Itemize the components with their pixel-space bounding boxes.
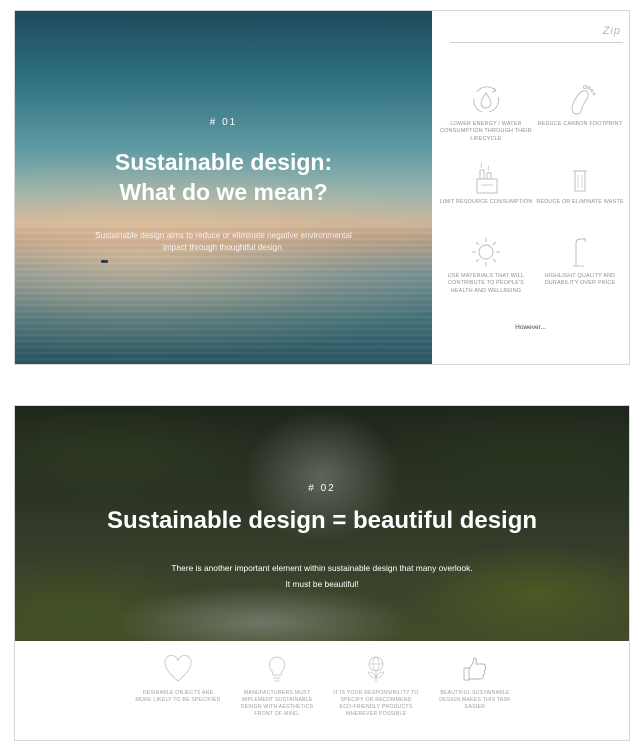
sun-icon [472,238,500,266]
point-item: IT IS YOUR RESPONSIBILITY TO SPECIFY OR … [333,654,419,718]
lightbulb-icon [268,656,286,682]
feature-item: USE MATERIALS THAT WILL CONTRIBUTE TO PE… [438,235,534,295]
bin-icon [573,170,587,192]
feature-item: LIMIT RESOURCE CONSUMPTION [438,161,534,206]
slide-beautiful-design: # 02 Sustainable design = beautiful desi… [14,405,630,741]
features-panel: Zip LOWER ENERGY / WATER CONSUMPTION THR… [432,11,629,364]
feature-label: REDUCE CARBON FOOTPRINT [537,121,623,127]
slide-title-line-1: Sustainable design: [114,149,333,175]
feature-label: USE MATERIALS THAT WILL CONTRIBUTE TO PE… [447,273,525,294]
feature-label: LOWER ENERGY / WATER CONSUMPTION THROUGH… [440,121,532,142]
point-item: MANUFACTURERS MUST IMPLEMENT SUSTAINABLE… [234,654,320,718]
slide-title-line-2: What do we mean? [119,179,328,205]
point-item: DESIRABLE OBJECTS ARE MORE LIKELY TO BE … [135,654,221,704]
panel-divider [450,42,623,43]
point-label: IT IS YOUR RESPONSIBILITY TO SPECIFY OR … [333,690,419,717]
slide-description: There is another important element withi… [105,560,539,592]
feature-item: LOWER ENERGY / WATER CONSUMPTION THROUGH… [438,83,534,143]
ocean-sunset-photo: # 01 Sustainable design: What do we mean… [15,11,432,364]
slide-number: # 02 [308,483,336,494]
point-item: BEAUTIFUL SUSTAINABLE DESIGN MAKES THIS … [432,654,518,711]
slide-description-line-2: It must be beautiful! [285,579,359,589]
slide-description-line-1: There is another important element withi… [171,563,473,573]
slide-title: Sustainable design = beautiful design [106,507,538,534]
heart-icon [164,655,192,682]
feature-item: HIGHLIGHT QUALITY AND DURABILITY OVER PR… [532,235,628,288]
slide-sustainable-design-meaning: # 01 Sustainable design: What do we mean… [14,10,630,365]
point-label: BEAUTIFUL SUSTAINABLE DESIGN MAKES THIS … [439,690,511,710]
thumbs-up-icon [463,657,487,681]
feature-label: REDUCE OR ELIMINATE WASTE [536,199,624,205]
point-label: DESIRABLE OBJECTS ARE MORE LIKELY TO BE … [135,690,221,703]
slide-description: Sustainable design aims to reduce or eli… [95,231,352,252]
tap-icon [573,238,586,267]
footprint-icon [571,85,596,115]
however-text: However... [515,324,546,331]
document-page: # 01 Sustainable design: What do we mean… [0,0,630,752]
slide-number: # 01 [209,117,238,128]
boat-silhouette [101,260,108,263]
feature-item: REDUCE CARBON FOOTPRINT [532,83,628,128]
feature-label: LIMIT RESOURCE CONSUMPTION [439,199,533,205]
forest-waterfall-photo: # 02 Sustainable design = beautiful desi… [15,406,629,641]
feature-label: HIGHLIGHT QUALITY AND DURABILITY OVER PR… [544,273,616,287]
point-label: MANUFACTURERS MUST IMPLEMENT SUSTAINABLE… [240,690,314,717]
globe-plant-icon [367,656,385,682]
brand-logo: Zip [602,25,621,37]
factory-icon [476,162,498,194]
water-cycle-icon [473,86,499,113]
feature-item: REDUCE OR ELIMINATE WASTE [532,161,628,206]
slide-title: Sustainable design: What do we mean? [15,147,432,207]
